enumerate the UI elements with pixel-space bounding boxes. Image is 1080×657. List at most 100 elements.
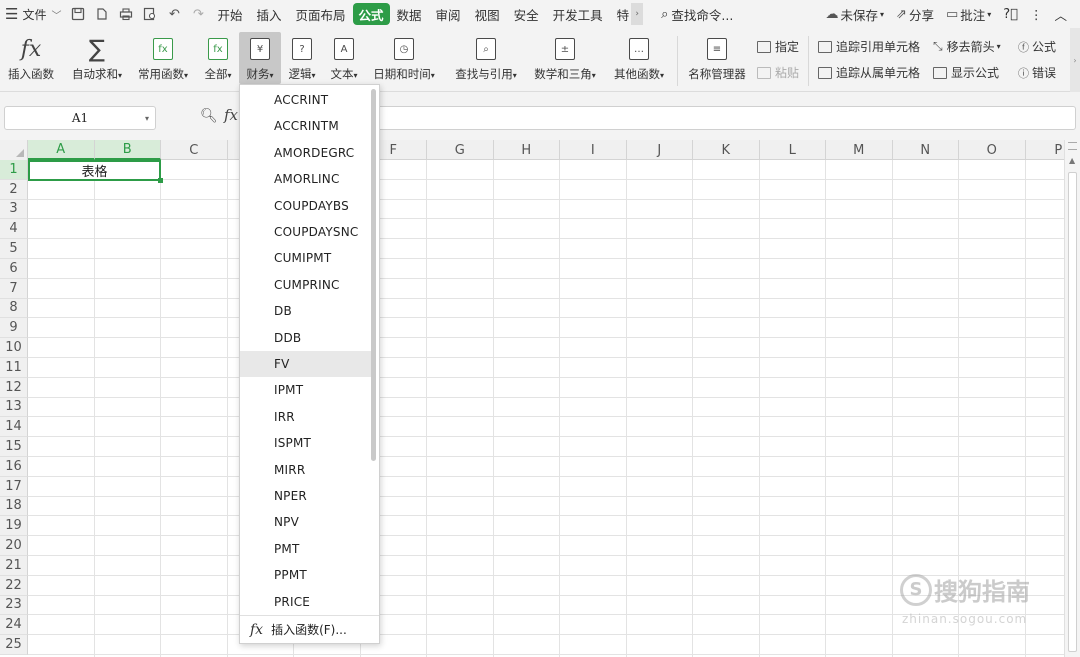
tab-page-layout[interactable]: 页面布局 [289, 3, 353, 25]
tab-review[interactable]: 审阅 [429, 3, 468, 25]
tab-data[interactable]: 数据 [390, 3, 429, 25]
row-header-19[interactable]: 19 [0, 516, 28, 537]
comment-button[interactable]: ▭ 批注 ▾ [941, 5, 996, 24]
row-header-14[interactable]: 14 [0, 417, 28, 438]
print-preview-icon[interactable] [143, 7, 157, 21]
insert-function-menu-item[interactable]: fx 插入函数(F)... [240, 615, 379, 643]
tab-insert[interactable]: 插入 [249, 3, 288, 25]
command-search[interactable]: ⌕ 查找命令... [661, 5, 733, 24]
function-item-accrint[interactable]: ACCRINT [240, 87, 373, 113]
function-item-npv[interactable]: NPV [240, 509, 373, 535]
function-item-fv[interactable]: FV [240, 351, 373, 377]
unsaved-status[interactable]: ☁ 未保存 ▾ [821, 5, 890, 24]
show-formulas-button[interactable]: 显示公式 [933, 64, 999, 81]
cell-a1[interactable]: 表格 [28, 160, 163, 183]
row-header-23[interactable]: 23 [0, 595, 28, 616]
row-header-8[interactable]: 8 [0, 298, 28, 319]
function-item-ppmt[interactable]: PPMT [240, 562, 373, 588]
formula-evaluate-button[interactable]: ⓕ 公式 [1018, 38, 1056, 55]
column-header-h[interactable]: H [494, 140, 560, 160]
row-header-1[interactable]: 1 [0, 160, 28, 180]
trace-dependents-button[interactable]: 追踪从属单元格 [818, 64, 920, 81]
print-icon[interactable] [119, 7, 133, 21]
tab-view[interactable]: 视图 [468, 3, 507, 25]
function-item-price[interactable]: PRICE [240, 589, 373, 615]
row-header-6[interactable]: 6 [0, 259, 28, 279]
fx-icon[interactable]: fx [224, 106, 238, 124]
remove-arrows-button[interactable]: ⤡ 移去箭头 ▾ [933, 38, 1001, 55]
column-header-a[interactable]: A [28, 140, 95, 160]
function-item-amorlinc[interactable]: AMORLINC [240, 166, 373, 192]
column-header-n[interactable]: N [893, 140, 959, 160]
common-functions-button[interactable]: fx 常用函数▾ [134, 34, 192, 82]
function-item-db[interactable]: DB [240, 298, 373, 324]
function-item-ipmt[interactable]: IPMT [240, 377, 373, 403]
row-header-15[interactable]: 15 [0, 437, 28, 457]
column-header-m[interactable]: M [826, 140, 893, 160]
function-item-pmt[interactable]: PMT [240, 536, 373, 562]
tab-home[interactable]: 开始 [210, 3, 249, 25]
collapse-ribbon-button[interactable]: ︿ [1049, 5, 1072, 24]
tabs-more-icon[interactable]: › [631, 3, 644, 25]
ribbon-scroll-right-icon[interactable]: › [1070, 28, 1080, 92]
other-functions-button[interactable]: … 其他函数▾ [610, 34, 668, 82]
function-item-amordegrc[interactable]: AMORDEGRC [240, 140, 373, 166]
name-manager-button[interactable]: ≡ 名称管理器 [686, 34, 748, 82]
row-header-10[interactable]: 10 [0, 338, 28, 358]
function-item-ispmt[interactable]: ISPMT [240, 430, 373, 456]
share-button[interactable]: ⇗ 分享 [891, 5, 939, 24]
column-header-j[interactable]: J [627, 140, 693, 160]
function-item-coupdaybs[interactable]: COUPDAYBS [240, 193, 373, 219]
row-header-25[interactable]: 25 [0, 635, 28, 655]
lookup-functions-button[interactable]: ⌕ 查找与引用▾ [450, 34, 522, 82]
function-item-cumprinc[interactable]: CUMPRINC [240, 272, 373, 298]
zoom-search-icon[interactable]: 🔍︎ [200, 108, 218, 124]
name-box[interactable]: A1 ▾ [4, 106, 156, 130]
function-item-cumipmt[interactable]: CUMIPMT [240, 245, 373, 271]
all-functions-button[interactable]: fx 全部▾ [200, 34, 236, 82]
math-functions-button[interactable]: ± 数学和三角▾ [530, 34, 600, 82]
redo-icon[interactable]: ↷ [191, 7, 205, 22]
paste-name-button[interactable]: 粘贴 [757, 64, 799, 81]
row-header-3[interactable]: 3 [0, 199, 28, 220]
vertical-scrollbar[interactable]: ▲ [1064, 140, 1080, 657]
row-header-18[interactable]: 18 [0, 496, 28, 517]
financial-functions-button[interactable]: ¥ 财务▾ [239, 32, 281, 84]
error-check-button[interactable]: ⓘ 错误 [1018, 64, 1056, 81]
row-header-2[interactable]: 2 [0, 179, 28, 200]
file-menu[interactable]: ☰ 文件 ﹀ [0, 0, 66, 28]
save-icon[interactable] [71, 7, 85, 21]
column-header-b[interactable]: B [94, 140, 161, 160]
select-all-corner[interactable] [0, 140, 28, 160]
export-icon[interactable] [95, 7, 109, 21]
row-header-21[interactable]: 21 [0, 556, 28, 576]
help-button[interactable]: ?⃝ [998, 7, 1023, 22]
logical-functions-button[interactable]: ? 逻辑▾ [285, 34, 319, 82]
column-header-k[interactable]: K [693, 140, 760, 160]
text-functions-button[interactable]: A 文本▾ [327, 34, 361, 82]
row-header-12[interactable]: 12 [0, 377, 28, 398]
dropdown-scrollbar[interactable] [371, 89, 376, 461]
row-header-24[interactable]: 24 [0, 615, 28, 636]
row-header-9[interactable]: 9 [0, 318, 28, 339]
function-item-accrintm[interactable]: ACCRINTM [240, 113, 373, 139]
undo-icon[interactable]: ↶ [167, 7, 181, 22]
function-item-coupdaysnc[interactable]: COUPDAYSNC [240, 219, 373, 245]
row-header-17[interactable]: 17 [0, 476, 28, 497]
trace-precedents-button[interactable]: 追踪引用单元格 [818, 38, 920, 55]
row-header-11[interactable]: 11 [0, 358, 28, 378]
scrollbar-thumb[interactable] [1068, 172, 1077, 652]
row-header-13[interactable]: 13 [0, 397, 28, 418]
function-item-nper[interactable]: NPER [240, 483, 373, 509]
column-header-o[interactable]: O [959, 140, 1026, 160]
specify-button[interactable]: 指定 [757, 38, 799, 55]
tab-features[interactable]: 特 [610, 3, 630, 25]
autosum-button[interactable]: ∑ 自动求和▾ [66, 34, 128, 82]
row-header-20[interactable]: 20 [0, 536, 28, 556]
column-header-i[interactable]: I [560, 140, 627, 160]
column-header-l[interactable]: L [760, 140, 826, 160]
more-options-button[interactable]: ⋮ [1025, 7, 1048, 22]
function-item-ddb[interactable]: DDB [240, 325, 373, 351]
function-item-irr[interactable]: IRR [240, 404, 373, 430]
datetime-functions-button[interactable]: ◷ 日期和时间▾ [370, 34, 438, 82]
